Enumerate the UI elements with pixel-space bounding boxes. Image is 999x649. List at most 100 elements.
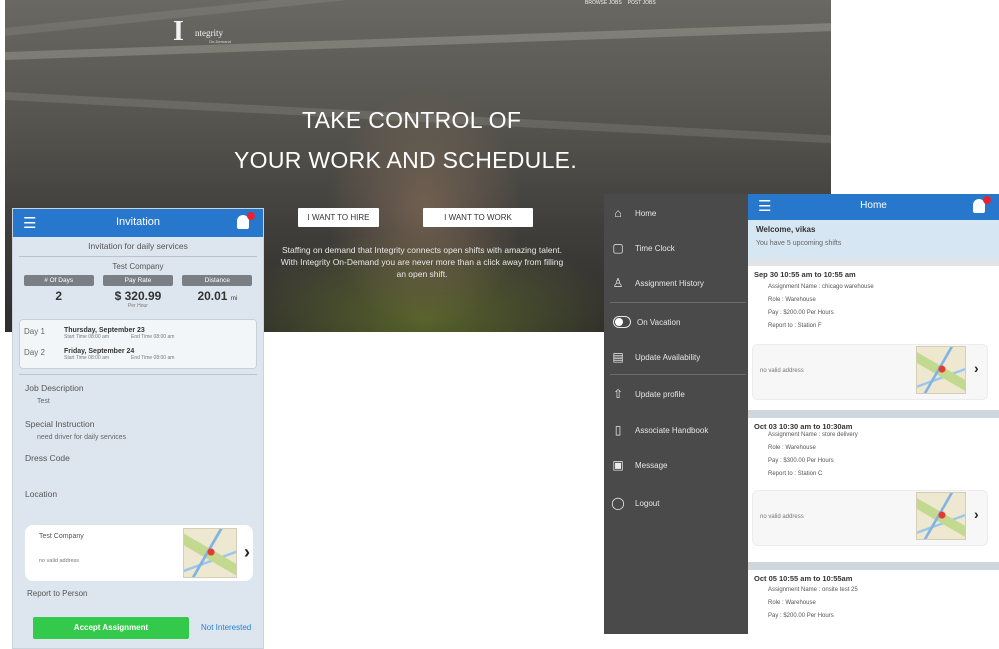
schedule-days: Day 1 Thursday, September 23 Start Time … xyxy=(19,319,257,369)
stat-value: 20.01 xyxy=(197,289,228,303)
shift-card[interactable]: Oct 05 10:55 am to 10:55am Assignment Na… xyxy=(748,570,999,634)
shift-time: Sep 30 10:55 am to 10:55 am xyxy=(754,270,856,279)
post-jobs-link[interactable]: POST JOBS xyxy=(628,0,656,6)
message-icon: ▣ xyxy=(612,458,624,472)
shift-role: Role : Warehouse xyxy=(768,297,816,303)
day-label: Day 2 xyxy=(24,348,45,357)
shift-role: Role : Warehouse xyxy=(768,445,816,451)
day-date: Friday, September 24 xyxy=(64,348,135,355)
dress-code-label: Dress Code xyxy=(25,453,70,463)
toggle-icon[interactable] xyxy=(611,315,633,329)
card-gap xyxy=(748,410,999,418)
page-title: Home xyxy=(860,200,887,211)
shift-assignment: Assignment Name : chicago warehouse xyxy=(768,284,874,290)
shift-assignment: Assignment Name : store delivery xyxy=(768,432,858,438)
top-nav-links: BROWSE JOBS POST JOBS xyxy=(585,0,656,6)
location-card[interactable]: Test Company no valid address › xyxy=(25,525,253,581)
sidebar-item-label: Home xyxy=(635,208,657,218)
stat-distance: Distance 20.01 mi xyxy=(182,275,253,309)
sidebar-item-assignment-history[interactable]: ♙ Assignment History xyxy=(604,266,748,300)
day-end-time: End Time 08:00 am xyxy=(131,334,175,340)
notification-badge xyxy=(983,196,991,204)
accept-assignment-button[interactable]: Accept Assignment xyxy=(33,617,189,639)
shift-assignment: Assignment Name : onsite test 25 xyxy=(768,587,858,593)
sidebar-item-on-vacation[interactable]: On Vacation xyxy=(604,305,748,339)
chevron-right-icon[interactable]: › xyxy=(974,506,979,522)
sidebar-item-message[interactable]: ▣ Message xyxy=(604,448,748,482)
chevron-right-icon[interactable]: › xyxy=(974,360,979,376)
sidebar-item-associate-handbook[interactable]: ▯ Associate Handbook xyxy=(604,413,748,447)
shift-pay: Pay : $300.00 Per Hours xyxy=(768,458,834,464)
chevron-right-icon[interactable]: › xyxy=(244,542,250,563)
logout-icon: ◯ xyxy=(611,496,625,510)
sidebar-item-label: Update Availability xyxy=(635,352,701,362)
shift-address: no valid address xyxy=(760,368,804,374)
stat-label: Pay Rate xyxy=(102,275,173,286)
sidebar-item-label: Assignment History xyxy=(635,278,704,288)
side-menu: ⌂ Home ▢ Time Clock ♙ Assignment History… xyxy=(604,194,748,634)
shift-pay: Pay : $200.00 Per Hours xyxy=(768,310,834,316)
day-end-time: End Time 08:00 am xyxy=(131,355,175,361)
shift-time: Oct 03 10:30 am to 10:30am xyxy=(754,422,853,431)
sidebar-item-label: On Vacation xyxy=(637,317,681,327)
location-name: Test Company xyxy=(39,533,84,540)
logo-subtext: On-Demand xyxy=(209,39,231,44)
sidebar-item-update-availability[interactable]: ▤ Update Availability xyxy=(604,340,748,374)
logo-mark: I xyxy=(173,16,184,47)
i-want-to-work-button[interactable]: I WANT TO WORK xyxy=(423,208,533,227)
divider xyxy=(19,374,257,375)
hero-description: Staffing on demand that Integrity connec… xyxy=(280,245,564,279)
not-interested-link[interactable]: Not Interested xyxy=(201,623,251,632)
sidebar-item-label: Associate Handbook xyxy=(635,425,709,435)
stat-label: # Of Days xyxy=(23,275,94,286)
shift-time: Oct 05 10:55 am to 10:55am xyxy=(754,574,853,583)
day-row: Day 1 Thursday, September 23 Start Time … xyxy=(20,323,256,344)
shift-report-to: Report to : Station F xyxy=(768,323,822,329)
stat-unit: mi xyxy=(230,296,238,302)
i-want-to-hire-button[interactable]: I WANT TO HIRE xyxy=(298,208,379,227)
sidebar-item-time-clock[interactable]: ▢ Time Clock xyxy=(604,231,748,265)
background-beam xyxy=(5,23,831,60)
day-start-time: Start Time 08:00 am xyxy=(64,334,110,340)
card-gap xyxy=(748,562,999,570)
home-icon: ⌂ xyxy=(614,206,622,220)
divider xyxy=(610,302,746,303)
stat-days: # Of Days 2 xyxy=(23,275,94,309)
hero-headline-line-1: TAKE CONTROL OF xyxy=(302,107,522,133)
home-screen: ☰ Home Welcome, vikas You have 5 upcomin… xyxy=(748,194,999,634)
stat-value-wrap: 20.01 mi xyxy=(182,289,252,303)
stat-label: Distance xyxy=(182,275,253,286)
integrity-logo[interactable]: I ntegrity On-Demand xyxy=(173,6,263,48)
sidebar-item-home[interactable]: ⌂ Home xyxy=(604,196,748,230)
special-instruction-value: need driver for daily services xyxy=(37,434,127,441)
location-address: no valid address xyxy=(39,558,80,564)
shift-report-to: Report to : Station C xyxy=(768,471,823,477)
welcome-banner: Welcome, vikas You have 5 upcoming shift… xyxy=(748,220,999,258)
logo-text: ntegrity xyxy=(195,28,223,38)
book-icon: ▯ xyxy=(614,423,622,437)
map-thumbnail[interactable] xyxy=(183,528,237,578)
shift-address: no valid address xyxy=(760,514,804,520)
location-label: Location xyxy=(25,489,58,499)
shift-card[interactable]: Oct 03 10:30 am to 10:30am Assignment Na… xyxy=(748,418,999,562)
shift-role: Role : Warehouse xyxy=(768,600,816,606)
upload-icon: ⇧ xyxy=(612,387,624,401)
job-description-value: Test xyxy=(37,398,50,405)
browse-jobs-link[interactable]: BROWSE JOBS xyxy=(585,0,622,6)
welcome-text: Welcome, vikas xyxy=(756,225,816,234)
sidebar-item-label: Update profile xyxy=(635,389,685,399)
invitation-message: Invitation for daily services xyxy=(88,241,188,251)
day-start-time: Start Time 08:00 am xyxy=(64,355,110,361)
map-thumbnail[interactable] xyxy=(916,492,966,540)
map-thumbnail[interactable] xyxy=(916,346,966,394)
sidebar-item-update-profile[interactable]: ⇧ Update profile xyxy=(604,377,748,411)
job-description-label: Job Description xyxy=(25,383,84,393)
hero-headline-line-2: YOUR WORK AND SCHEDULE. xyxy=(234,147,578,173)
stat-value: 2 xyxy=(55,289,62,303)
divider xyxy=(610,374,746,375)
invitation-stats: # Of Days 2 Pay Rate $ 320.99 Per Hour D… xyxy=(13,275,263,309)
sidebar-item-label: Logout xyxy=(635,498,660,508)
invitation-screen: ☰ Invitation Invitation for daily servic… xyxy=(12,208,264,649)
shift-card[interactable]: Sep 30 10:55 am to 10:55 am Assignment N… xyxy=(748,266,999,410)
sidebar-item-logout[interactable]: ◯ Logout xyxy=(604,486,748,520)
